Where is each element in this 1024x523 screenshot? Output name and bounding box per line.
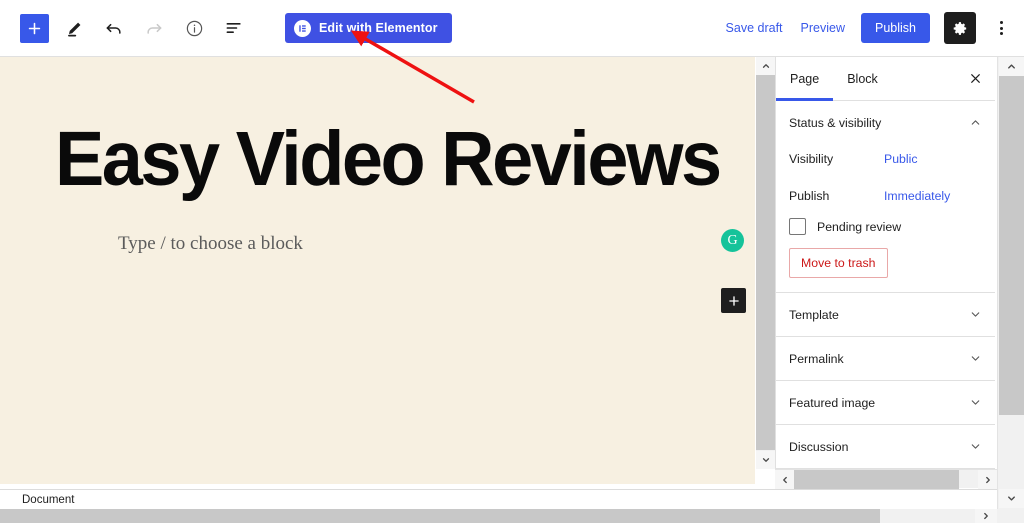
panel-template-title: Template [789,307,839,322]
page-hscroll-thumb[interactable] [0,509,880,523]
chevron-right-icon [985,476,990,483]
panel-status-body: Visibility Public Publish Immediately Pe… [776,144,995,292]
visibility-value[interactable]: Public [884,152,918,166]
sidebar-horizontal-scrollbar[interactable] [775,469,997,489]
move-to-trash-button[interactable]: Move to trash [789,248,888,278]
panel-discussion-header[interactable]: Discussion [776,425,995,468]
panel-featured-image: Featured image [776,381,995,425]
kebab-dot [999,32,1003,35]
close-icon [970,74,980,83]
page-scroll-thumb[interactable] [999,76,1024,415]
document-status-bar: Document [0,489,997,509]
panel-discussion: Discussion [776,425,995,469]
chevron-up-icon [969,116,982,129]
add-block-button[interactable] [20,13,49,43]
plus-icon [728,295,739,306]
more-options-button[interactable] [990,13,1012,43]
preview-button[interactable]: Preview [799,17,847,39]
chevron-left-icon [782,476,787,483]
settings-gear-button[interactable] [944,12,976,44]
grammarly-icon[interactable]: G [721,229,744,252]
save-draft-button[interactable]: Save draft [724,17,785,39]
panel-permalink-title: Permalink [789,351,844,366]
settings-sidebar: Page Block Status & visibility Visibilit… [775,57,995,469]
page-horizontal-scrollbar[interactable] [0,509,997,523]
pending-review-label: Pending review [817,219,902,234]
edit-with-elementor-label: Edit with Elementor [319,21,438,35]
edit-with-elementor-button[interactable]: Edit with Elementor [285,13,452,43]
page-hscroll-right-arrow[interactable] [975,509,997,523]
details-info-button[interactable] [179,13,209,43]
sidebar-hscroll-thumb[interactable] [794,470,959,489]
editor-scroll-up-arrow[interactable] [756,57,775,75]
page-scroll-up-arrow[interactable] [999,57,1024,76]
undo-button[interactable] [99,13,129,43]
panel-template: Template [776,293,995,337]
chevron-down-icon [969,440,982,453]
editor-canvas: Easy Video Reviews G Type / to choose a … [0,57,755,484]
block-placeholder-text[interactable]: Type / to choose a block [118,233,303,255]
tab-page[interactable]: Page [776,57,834,101]
panel-template-header[interactable]: Template [776,293,995,336]
panel-status-header[interactable]: Status & visibility [776,101,995,144]
row-publish: Publish Immediately [789,181,982,211]
kebab-dot [999,21,1003,24]
toolbar-right-group: Save draft Preview Publish [724,12,1024,44]
list-view-button[interactable] [219,13,249,43]
page-vertical-scrollbar[interactable] [997,57,1024,523]
status-bar-label[interactable]: Document [22,494,74,506]
scrollbar-corner [997,509,1024,523]
pending-review-row: Pending review [789,218,982,235]
panel-status-title: Status & visibility [789,115,882,130]
elementor-logo-icon [294,19,311,37]
panel-discussion-title: Discussion [789,439,849,454]
post-title-field[interactable]: Easy Video Reviews [55,119,722,199]
publish-value[interactable]: Immediately [884,189,950,203]
edit-tool-button[interactable] [59,13,89,43]
chevron-down-icon [969,352,982,365]
panel-permalink-header[interactable]: Permalink [776,337,995,380]
redo-button[interactable] [139,13,169,43]
chevron-down-icon [762,458,769,462]
block-inserter-button[interactable] [721,288,746,313]
panel-permalink: Permalink [776,337,995,381]
panel-featured-image-title: Featured image [789,395,876,410]
gear-icon [953,21,966,35]
chevron-down-icon [1008,496,1015,501]
panel-featured-image-header[interactable]: Featured image [776,381,995,424]
chevron-up-icon [762,64,769,68]
visibility-label: Visibility [789,152,834,166]
chevron-right-icon [984,512,988,520]
editor-vertical-scrollbar[interactable] [756,57,775,469]
chevron-up-icon [1008,64,1015,69]
kebab-dot [999,26,1003,30]
wordpress-block-editor: Edit with Elementor Save draft Preview P… [0,0,1024,523]
toolbar-left-group: Edit with Elementor [0,13,452,43]
close-sidebar-button[interactable] [955,57,995,100]
publish-button[interactable]: Publish [861,13,930,43]
chevron-down-icon [969,396,982,409]
editor-top-toolbar: Edit with Elementor Save draft Preview P… [0,0,1024,57]
pending-review-checkbox[interactable] [789,218,806,235]
chevron-down-icon [969,308,982,321]
sidebar-scroll-right-arrow[interactable] [978,470,997,489]
tab-block[interactable]: Block [833,57,892,100]
sidebar-scroll-left-arrow[interactable] [775,470,794,489]
sidebar-tab-bar: Page Block [776,57,995,101]
editor-scroll-down-arrow[interactable] [756,451,775,469]
row-visibility: Visibility Public [789,144,982,174]
page-scroll-down-arrow[interactable] [999,489,1024,508]
editor-scroll-thumb[interactable] [756,75,775,450]
panel-status-and-visibility: Status & visibility Visibility Public Pu… [776,101,995,293]
publish-label: Publish [789,189,830,203]
